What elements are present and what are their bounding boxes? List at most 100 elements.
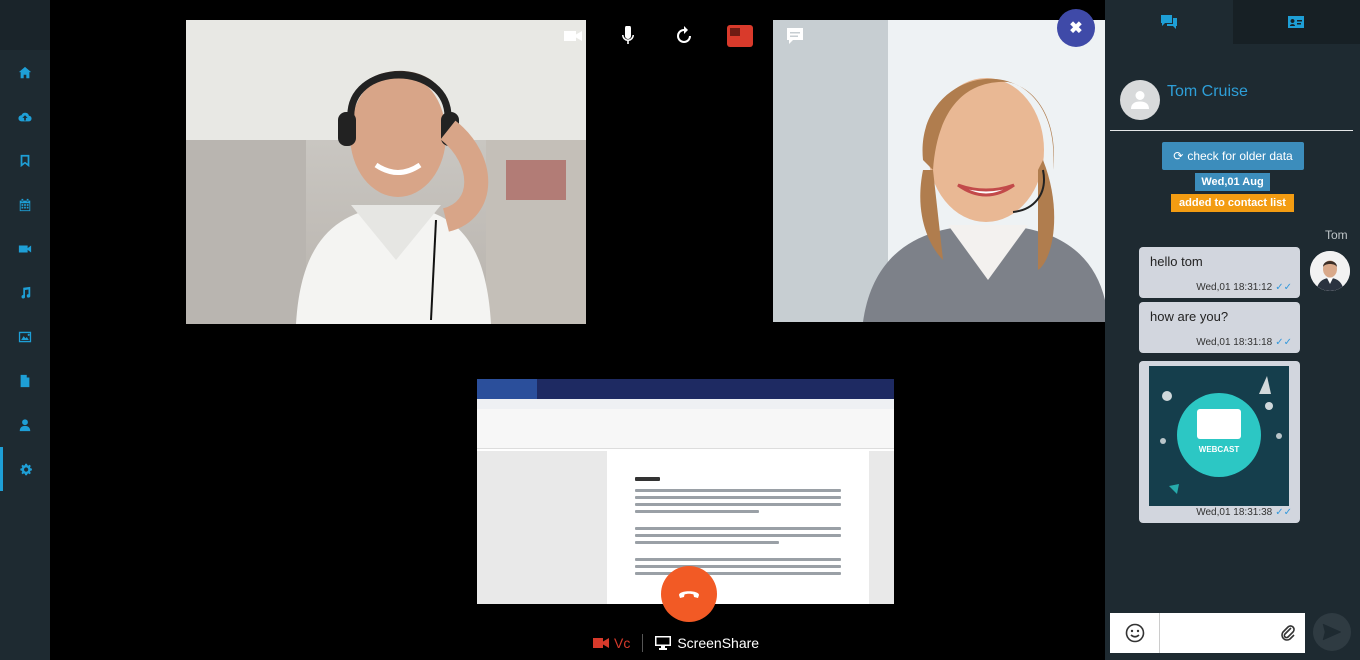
shared-window-left-pane: [477, 451, 607, 604]
music-icon: [21, 286, 31, 299]
app-root: ✖ Vc ScreenShare Tom Cruise ⟳ check for …: [0, 0, 1360, 660]
remote-video-tile: [186, 20, 586, 324]
video-camera-icon: [563, 31, 582, 41]
local-participant-image: [773, 20, 1105, 322]
emoji-button[interactable]: [1110, 613, 1160, 653]
sidebar-item-settings[interactable]: [0, 447, 50, 491]
sidebar-item-upload[interactable]: [0, 95, 50, 139]
chat-message: hello tom Wed,01 18:31:12 ✓✓: [1139, 247, 1300, 298]
record-button[interactable]: [712, 18, 768, 54]
chat-message-time: Wed,01 18:31:38 ✓✓: [1196, 507, 1292, 518]
refresh-icon: ⟳: [1173, 149, 1184, 163]
contact-name[interactable]: Tom Cruise: [1167, 83, 1248, 101]
mode-screen-share[interactable]: ScreenShare: [655, 635, 759, 651]
date-badge: Wed,01 Aug: [1195, 173, 1270, 191]
chat-message-text: how are you?: [1150, 309, 1229, 324]
chat-message-timestamp: Wed,01 18:31:38: [1196, 507, 1273, 518]
user-silhouette-icon: [1131, 91, 1149, 109]
settings-icon: [19, 463, 32, 476]
refresh-button[interactable]: [656, 18, 712, 54]
close-call-button[interactable]: ✖: [1057, 9, 1095, 47]
mode-screen-share-label: ScreenShare: [677, 635, 760, 651]
shared-window-tabs: [477, 399, 894, 409]
webcast-badge: WEBCAST: [1177, 393, 1261, 477]
message-composer: [1110, 613, 1305, 653]
calendar-icon: [19, 198, 31, 212]
chat-tabs: [1105, 0, 1360, 44]
smiley-icon: [1125, 623, 1144, 643]
send-message-button[interactable]: [1313, 613, 1351, 651]
cloud-upload-icon: [18, 112, 32, 122]
sidebar-item-contacts[interactable]: [0, 403, 50, 447]
sidebar-item-home[interactable]: [0, 51, 50, 95]
local-video-tile: [773, 20, 1105, 322]
webcast-image-attachment[interactable]: WEBCAST: [1149, 366, 1289, 506]
tab-chat[interactable]: [1105, 0, 1233, 44]
remote-participant-image: [186, 20, 586, 324]
sender-name: Tom: [1325, 228, 1348, 242]
added-to-contact-list-badge: added to contact list: [1171, 194, 1294, 212]
chat-bubble-icon: [787, 28, 804, 44]
chat-icon: [1160, 15, 1177, 29]
sidebar-item-bookmarks[interactable]: [0, 139, 50, 183]
paperclip-icon: [1280, 625, 1295, 641]
sidebar-item-calendar[interactable]: [0, 183, 50, 227]
contact-avatar[interactable]: [1120, 80, 1160, 120]
video-icon: [18, 245, 32, 253]
call-mode-bar: Vc ScreenShare: [593, 633, 759, 653]
chat-message-time: Wed,01 18:31:12 ✓✓: [1196, 282, 1292, 293]
chat-message-timestamp: Wed,01 18:31:12: [1196, 282, 1273, 293]
shared-window-right-pane: [869, 451, 894, 604]
video-call-stage: ✖ Vc ScreenShare: [50, 0, 1105, 660]
record-icon: [726, 25, 753, 47]
mode-video-call-label: Vc: [614, 635, 631, 651]
refresh-icon: [676, 26, 691, 43]
contact-card-icon: [1288, 16, 1305, 28]
home-icon: [18, 66, 32, 79]
file-icon: [20, 374, 30, 388]
double-check-icon: ✓✓: [1275, 282, 1292, 293]
check-older-data-label: check for older data: [1187, 149, 1293, 163]
tab-contact-info[interactable]: [1232, 0, 1360, 44]
webcast-label: WEBCAST: [1198, 444, 1240, 454]
toggle-camera-button[interactable]: [545, 18, 601, 54]
sender-avatar-image: [1310, 251, 1350, 291]
attach-file-button[interactable]: [1270, 613, 1305, 653]
chat-panel: Tom Cruise ⟳ check for older data Wed,01…: [1105, 0, 1360, 660]
sender-avatar: [1310, 251, 1350, 291]
sidebar-item-videos[interactable]: [0, 227, 50, 271]
contact-header: Tom Cruise: [1110, 60, 1353, 131]
sidebar-logo-area: [0, 0, 50, 50]
chat-message-timestamp: Wed,01 18:31:18: [1196, 337, 1273, 348]
mode-separator: [642, 634, 644, 652]
chat-message-image: WEBCAST Wed,01 18:31:38 ✓✓: [1139, 361, 1300, 523]
shared-window-ribbon: [477, 409, 894, 449]
video-camera-icon: [593, 638, 609, 648]
shared-window-titlebar: [477, 379, 894, 399]
double-check-icon: ✓✓: [1275, 507, 1292, 518]
call-toolbar: [545, 18, 823, 54]
image-icon: [18, 331, 32, 343]
message-input[interactable]: [1161, 613, 1271, 653]
hang-up-button[interactable]: [661, 566, 717, 622]
check-older-data-button[interactable]: ⟳ check for older data: [1162, 142, 1304, 170]
send-icon: [1322, 623, 1342, 641]
chat-message-text: hello tom: [1150, 254, 1203, 269]
toggle-microphone-button[interactable]: [601, 18, 657, 54]
chat-message: how are you? Wed,01 18:31:18 ✓✓: [1139, 302, 1300, 353]
sidebar-item-music[interactable]: [0, 271, 50, 315]
double-check-icon: ✓✓: [1275, 337, 1292, 348]
bookmark-icon: [20, 154, 30, 168]
phone-hangup-icon: [679, 591, 699, 598]
toggle-chat-button[interactable]: [767, 18, 823, 54]
monitor-icon: [655, 636, 672, 650]
mode-video-call[interactable]: Vc: [593, 635, 630, 651]
microphone-icon: [622, 26, 635, 44]
sidebar-item-images[interactable]: [0, 315, 50, 359]
sidebar-item-documents[interactable]: [0, 359, 50, 403]
monitor-icon: [1197, 408, 1241, 439]
chat-message-time: Wed,01 18:31:18 ✓✓: [1196, 337, 1292, 348]
left-sidebar: [0, 0, 50, 660]
user-icon: [19, 419, 31, 432]
shared-document-page: [607, 451, 869, 604]
